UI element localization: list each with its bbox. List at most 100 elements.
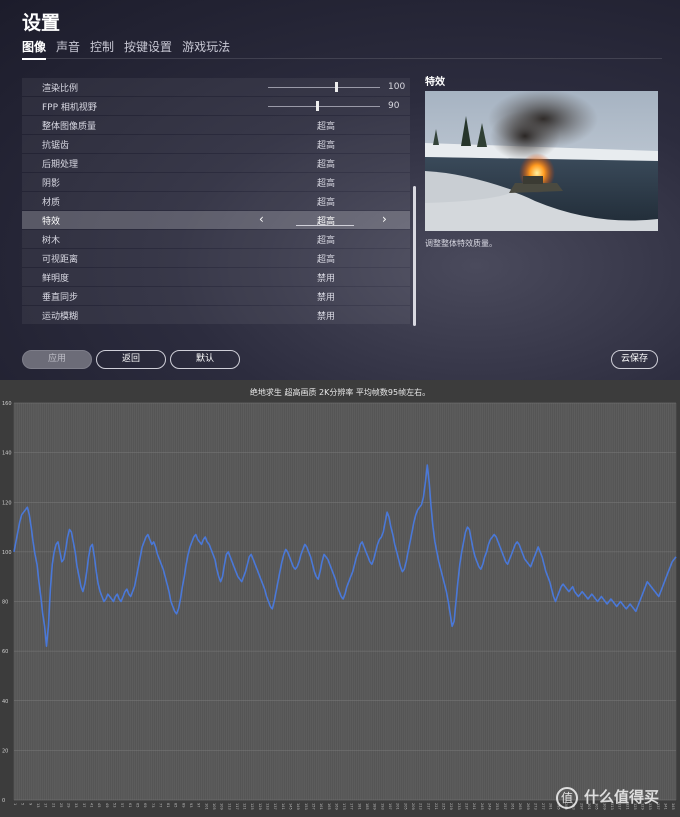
fov-slider-handle[interactable] <box>316 101 320 111</box>
setting-label: 阴影 <box>42 179 61 189</box>
x-tick-label: 65 <box>135 803 139 807</box>
cloud-save-button[interactable]: 云保存 <box>611 350 658 369</box>
setting-row-foliage[interactable]: 树木 超高 <box>22 230 410 248</box>
setting-value: 超高 <box>317 236 336 246</box>
chevron-left-icon[interactable]: ‹ <box>259 212 264 226</box>
y-tick-label: 40 <box>2 699 8 705</box>
tab-graphics[interactable]: 图像 <box>22 38 47 60</box>
render-scale-slider-handle[interactable] <box>335 82 339 92</box>
setting-row-overall-quality[interactable]: 整体图像质量 超高 <box>22 116 410 134</box>
apply-button[interactable]: 应用 <box>22 350 92 369</box>
y-axis-ticks: 0 20 40 60 80 100 120 140 160 <box>2 401 12 804</box>
setting-row-motion-blur[interactable]: 运动模糊 禁用 <box>22 306 410 324</box>
x-tick-label: 141 <box>281 803 285 810</box>
setting-value: 超高 <box>317 122 336 132</box>
tab-keybindings[interactable]: 按键设置 <box>124 38 172 60</box>
x-tick-label: 345 <box>671 803 675 810</box>
setting-label: FPP 相机视野 <box>42 103 97 113</box>
setting-label: 运动模糊 <box>42 312 79 322</box>
x-tick-label: 229 <box>449 803 453 810</box>
x-tick-label: 125 <box>250 803 254 810</box>
x-tick-label: 233 <box>457 803 461 810</box>
setting-value: 超高 <box>317 198 336 208</box>
effects-preview-image <box>425 91 658 231</box>
tab-gameplay[interactable]: 游戏玩法 <box>182 38 230 60</box>
x-tick-label: 113 <box>227 803 231 810</box>
x-tick-label: 253 <box>495 803 499 810</box>
default-button[interactable]: 默认 <box>170 350 240 369</box>
x-tick-label: 217 <box>426 803 430 810</box>
tab-sound[interactable]: 声音 <box>56 38 80 60</box>
setting-value: 禁用 <box>317 312 336 322</box>
y-tick-label: 20 <box>2 748 8 754</box>
x-tick-label: 105 <box>212 803 216 810</box>
setting-row-view-distance[interactable]: 可视距离 超高 <box>22 249 410 267</box>
x-tick-label: 149 <box>296 803 300 810</box>
x-tick-label: 73 <box>151 803 155 807</box>
game-settings-panel: 设置 图像 声音 控制 按键设置 游戏玩法 渲染比例 100 FPP 相机视野 … <box>0 0 680 380</box>
x-tick-label: 265 <box>518 803 522 810</box>
x-tick-label: 5 <box>21 803 25 805</box>
chevron-right-icon[interactable]: › <box>382 212 387 226</box>
setting-row-render-scale[interactable]: 渲染比例 100 <box>22 78 410 96</box>
x-tick-label: 185 <box>365 803 369 810</box>
x-tick-label: 129 <box>258 803 262 810</box>
x-tick-label: 257 <box>503 803 507 810</box>
setting-value: 超高 <box>317 141 336 151</box>
x-tick-label: 273 <box>533 803 537 810</box>
setting-label: 鲜明度 <box>42 274 70 284</box>
tab-control[interactable]: 控制 <box>90 38 114 60</box>
settings-scrollbar[interactable] <box>413 186 416 326</box>
x-tick-label: 93 <box>189 803 193 807</box>
back-button[interactable]: 返回 <box>96 350 166 369</box>
x-tick-label: 109 <box>220 803 224 810</box>
x-tick-label: 33 <box>74 803 78 807</box>
x-tick-label: 157 <box>311 803 315 810</box>
watermark-logo: 值 <box>556 787 578 809</box>
x-tick-label: 277 <box>541 803 545 810</box>
y-tick-label: 140 <box>2 451 12 457</box>
x-tick-label: 45 <box>97 803 101 807</box>
x-tick-label: 57 <box>120 803 124 807</box>
setting-row-effects[interactable]: 特效 ‹ 超高 › <box>22 211 410 229</box>
x-tick-label: 281 <box>549 803 553 810</box>
setting-row-post-processing[interactable]: 后期处理 超高 <box>22 154 410 172</box>
x-tick-label: 189 <box>373 803 377 810</box>
x-tick-label: 213 <box>419 803 423 810</box>
setting-row-fpp-fov[interactable]: FPP 相机视野 90 <box>22 97 410 115</box>
settings-list: 渲染比例 100 FPP 相机视野 90 整体图像质量 超高 抗锯齿 超高 后期… <box>22 78 410 325</box>
x-tick-label: 297 <box>579 803 583 810</box>
setting-label: 后期处理 <box>42 160 79 170</box>
setting-row-vsync[interactable]: 垂直同步 禁用 <box>22 287 410 305</box>
x-tick-label: 25 <box>59 803 63 807</box>
x-tick-label: 133 <box>266 803 270 810</box>
x-tick-label: 1 <box>13 803 17 805</box>
x-tick-label: 237 <box>465 803 469 810</box>
y-tick-label: 160 <box>2 401 12 407</box>
render-scale-slider-track[interactable] <box>268 87 380 88</box>
x-tick-label: 205 <box>403 803 407 810</box>
x-tick-label: 249 <box>487 803 491 810</box>
fov-slider-track[interactable] <box>268 106 380 107</box>
setting-label: 渲染比例 <box>42 84 79 94</box>
preview-scene <box>425 91 658 231</box>
setting-row-textures[interactable]: 材质 超高 <box>22 192 410 210</box>
setting-row-sharpen[interactable]: 鲜明度 禁用 <box>22 268 410 286</box>
x-tick-label: 101 <box>204 803 208 810</box>
y-tick-label: 0 <box>2 798 5 804</box>
setting-row-shadows[interactable]: 阴影 超高 <box>22 173 410 191</box>
x-tick-label: 165 <box>327 803 331 810</box>
x-tick-label: 61 <box>128 803 132 807</box>
y-tick-label: 60 <box>2 649 8 655</box>
setting-label: 树木 <box>42 236 61 246</box>
x-tick-label: 269 <box>526 803 530 810</box>
x-tick-label: 181 <box>357 803 361 810</box>
setting-value: 90 <box>388 101 400 111</box>
x-tick-label: 197 <box>388 803 392 810</box>
setting-label: 可视距离 <box>42 255 79 265</box>
x-tick-label: 261 <box>510 803 514 810</box>
setting-label: 材质 <box>42 198 61 208</box>
setting-label: 抗锯齿 <box>42 141 70 151</box>
setting-row-antialiasing[interactable]: 抗锯齿 超高 <box>22 135 410 153</box>
x-tick-label: 241 <box>472 803 476 810</box>
